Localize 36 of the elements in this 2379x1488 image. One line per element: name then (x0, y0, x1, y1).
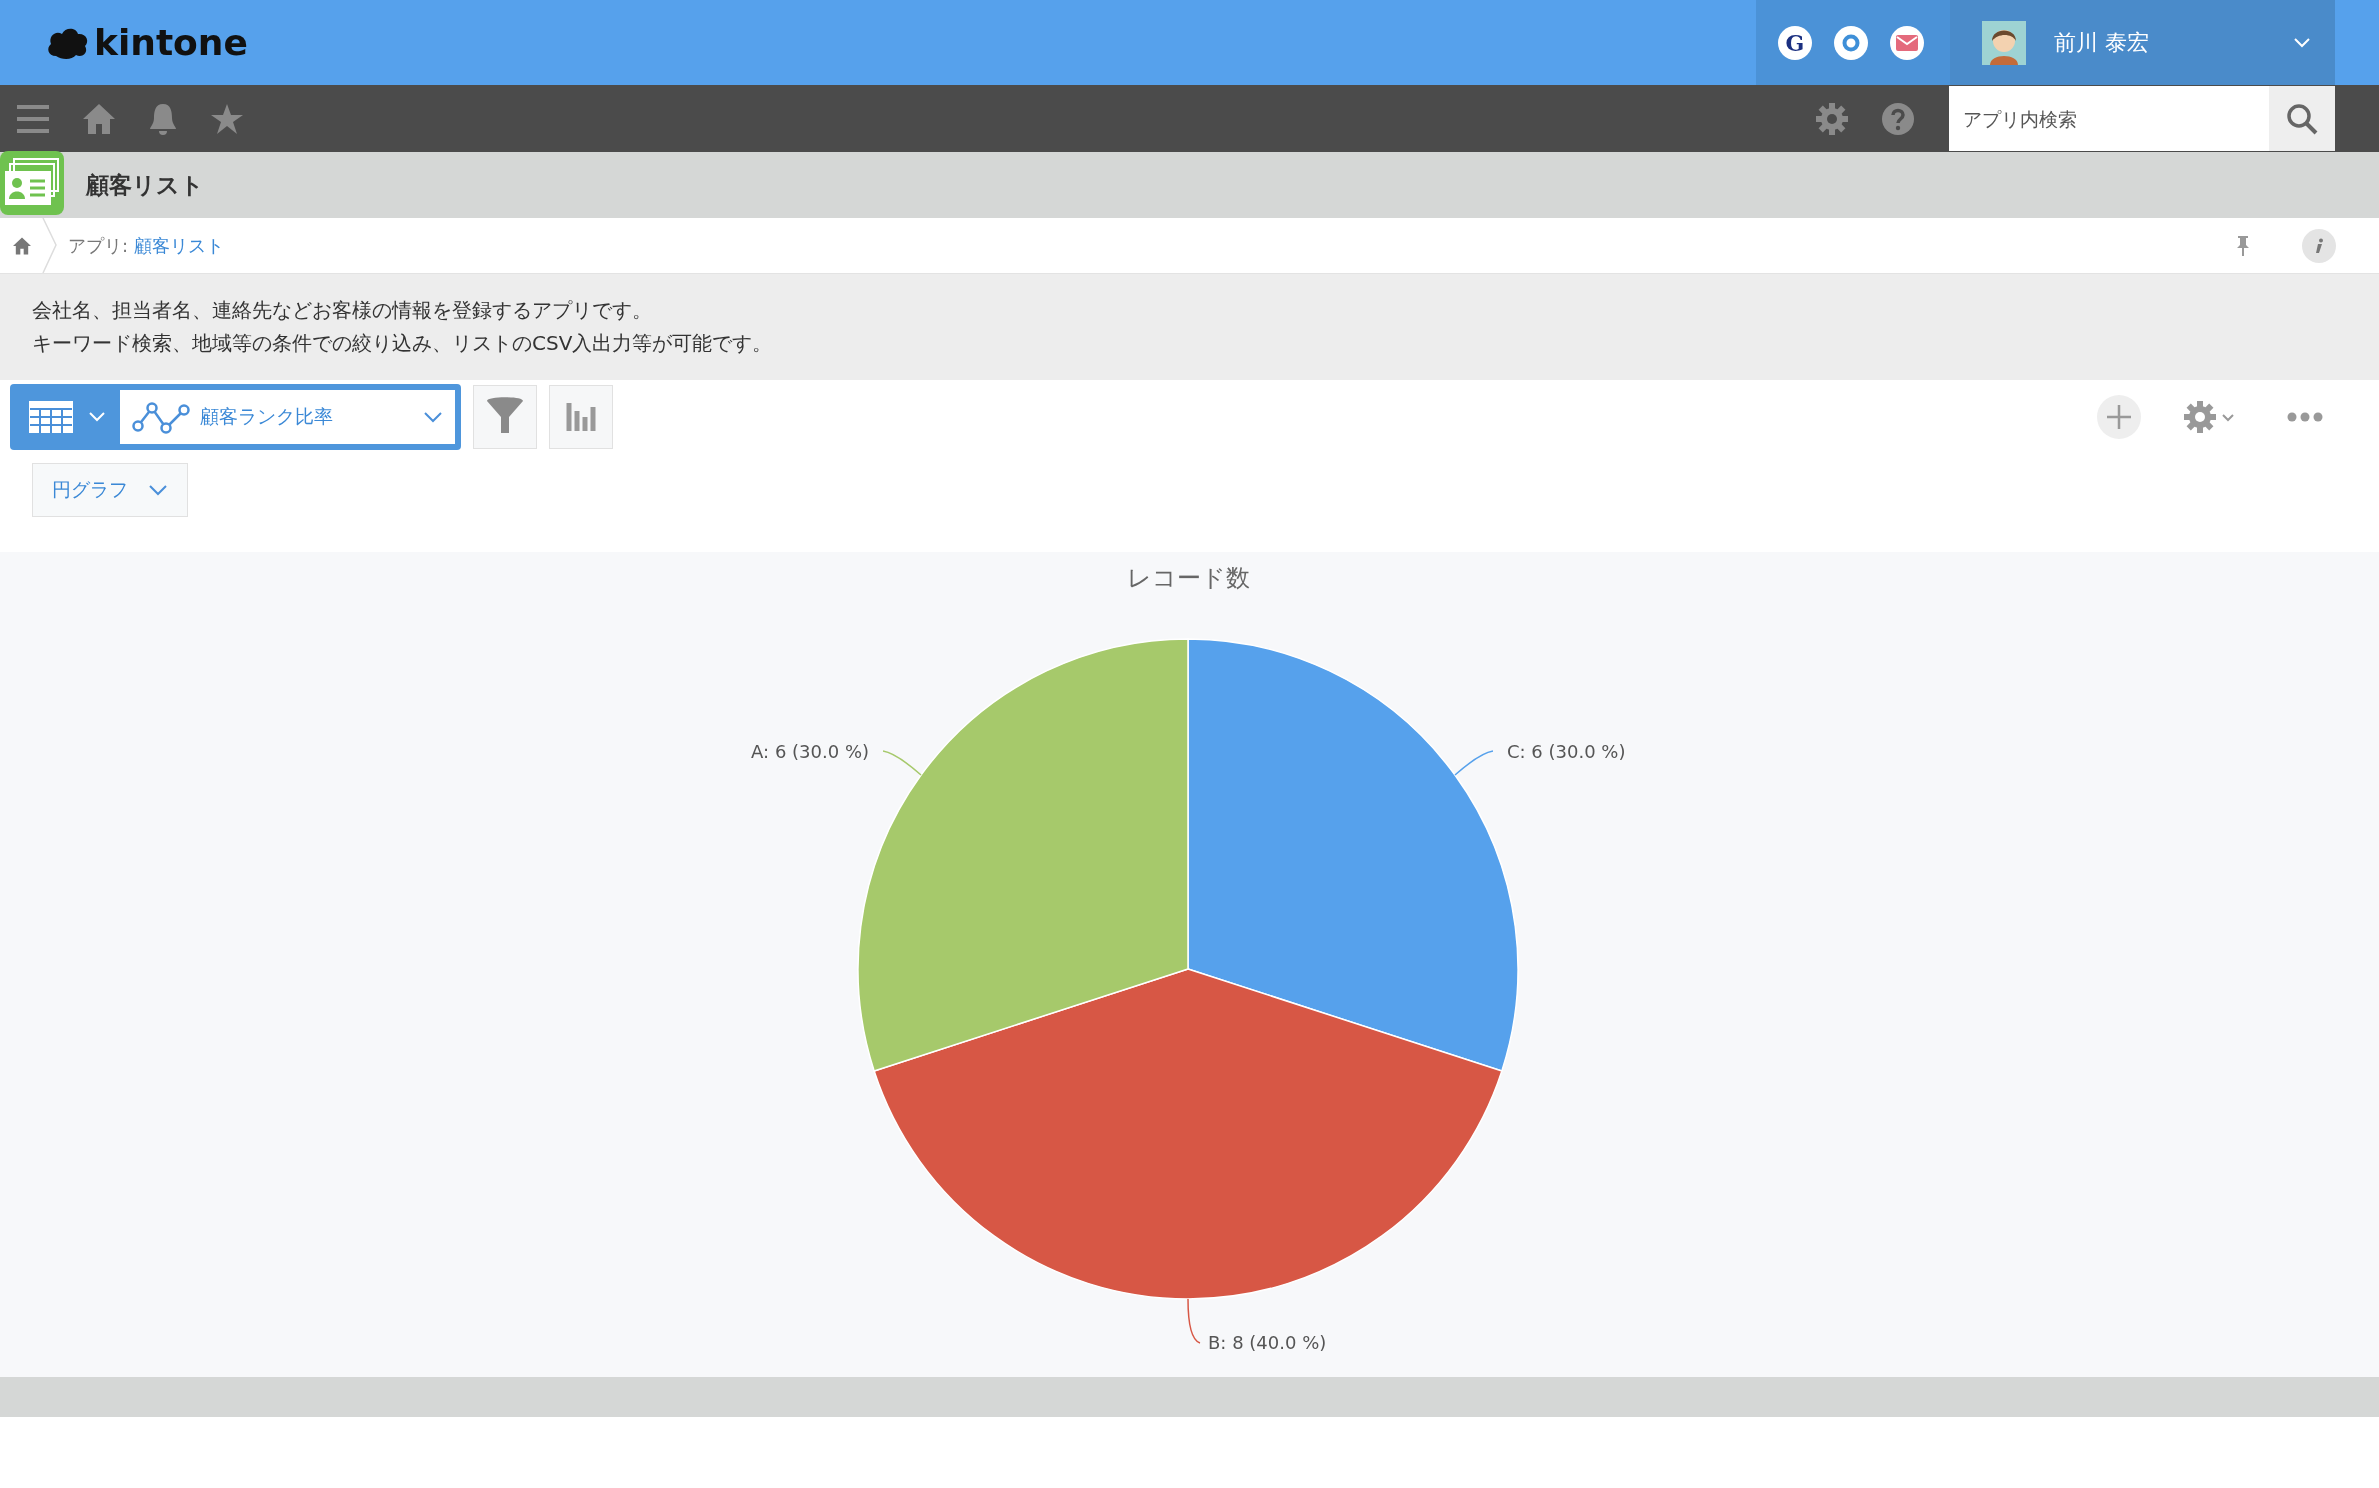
info-icon[interactable] (2302, 228, 2336, 263)
description-text: キーワード検索、地域等の条件での絞り込み、リストのCSV入出力等が可能です。 (32, 330, 774, 357)
chevron-down-icon (88, 411, 106, 423)
view-dropdown[interactable]: 顧客ランク比率 (120, 390, 455, 444)
chevron-down-icon (148, 484, 168, 496)
pin-icon[interactable] (2236, 234, 2250, 257)
search-button[interactable] (2269, 86, 2335, 151)
leader-line (1454, 750, 1494, 776)
app-title: 顧客リスト (86, 170, 204, 200)
search-field[interactable]: アプリ内検索 (1949, 86, 2269, 151)
ring-icon[interactable] (1834, 25, 1868, 60)
settings-icon[interactable] (2183, 400, 2237, 434)
mail-icon[interactable] (1890, 25, 1924, 60)
add-icon[interactable] (2097, 395, 2141, 439)
user-menu[interactable]: 前川 泰宏 (1950, 0, 2335, 85)
slice-label: A: 6 (30.0 %) (751, 741, 869, 763)
line-graph-icon (132, 400, 190, 434)
letter-app-icon[interactable]: G (1778, 25, 1812, 60)
table-icon (28, 400, 74, 434)
bar-chart-icon[interactable] (549, 385, 613, 449)
leader-line (882, 750, 922, 776)
search-icon (2286, 102, 2318, 135)
breadcrumb-label: アプリ: (68, 233, 129, 258)
slice-label: B: 8 (40.0 %) (1208, 1332, 1327, 1353)
leader-line (1187, 1298, 1201, 1344)
avatar-icon (1982, 20, 2026, 65)
chart-type-dropdown[interactable]: 円グラフ (32, 463, 188, 517)
more-icon[interactable] (2287, 412, 2323, 422)
chevron-down-icon (423, 411, 443, 423)
breadcrumb-link[interactable]: 顧客リスト (134, 233, 225, 258)
chart-title: レコード数 (1126, 564, 1250, 592)
slice-label: C: 6 (30.0 %) (1507, 741, 1626, 763)
description-text: 会社名、担当者名、連絡先などお客様の情報を登録するアプリです。 (32, 297, 653, 324)
chevron-down-icon (2293, 36, 2311, 49)
filter-icon[interactable] (473, 385, 537, 449)
logo-text: kintone (94, 22, 248, 63)
